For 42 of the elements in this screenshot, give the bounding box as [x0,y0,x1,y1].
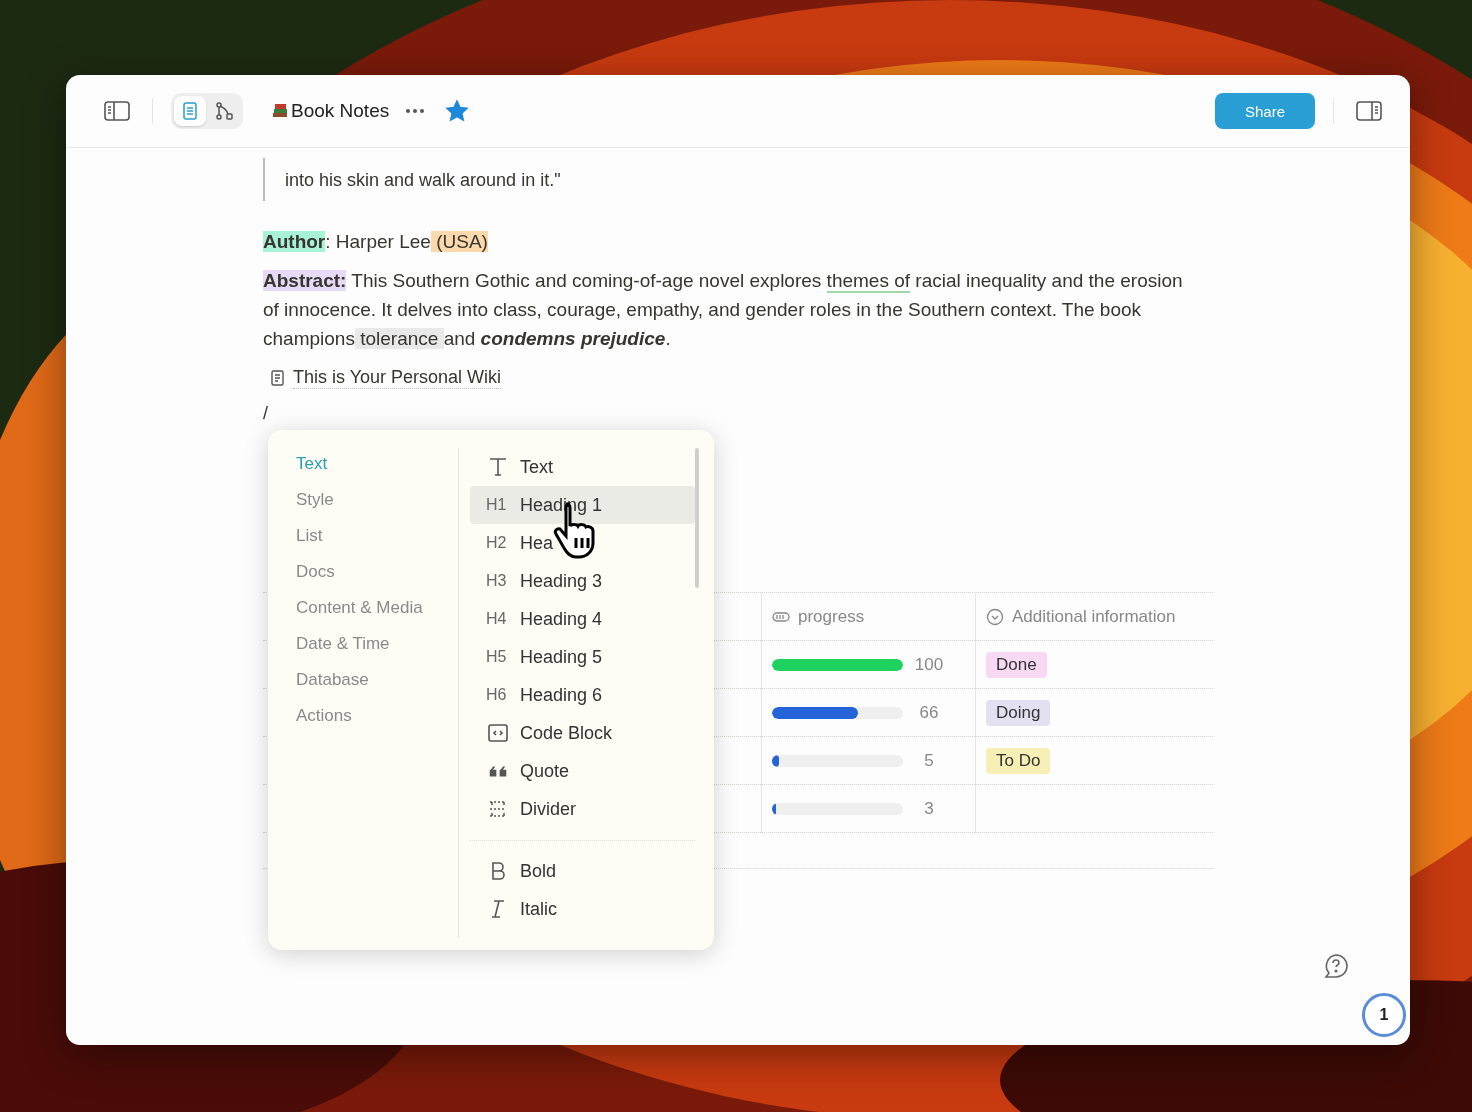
heading-level-label: H2 [486,534,508,552]
graph-icon [214,101,234,121]
progress-value: 100 [913,654,945,675]
heading-level-label: H5 [486,648,508,666]
menu-item[interactable]: H6 Heading 6 [470,676,695,714]
column-header[interactable]: progress [761,593,975,641]
select-icon [986,607,1004,626]
progress-value: 66 [918,702,940,723]
menu-item[interactable]: H4 Heading 4 [470,600,695,638]
view-toggle-button[interactable] [174,96,206,126]
menu-item[interactable]: H5 Heading 5 [470,638,695,676]
page-title[interactable]: Book Notes [271,100,390,122]
menu-item[interactable]: Bold [470,852,695,890]
menu-item[interactable]: Italic [470,890,695,928]
paragraph: Author: Harper Lee (USA) [263,230,489,254]
status-tag: To Do [986,747,1051,774]
heading-level-label: H4 [486,610,508,628]
typed-text: / [263,403,268,424]
heading-level-label: H6 [486,686,508,704]
menu-item[interactable]: Code Block [470,714,695,752]
status-tag: Done [986,651,1047,678]
heading-level-label: H1 [486,496,508,514]
progress-value: 3 [923,798,935,819]
menu-item[interactable]: H2 Hea [470,524,695,562]
column-header[interactable]: Additional information [975,593,1213,641]
quote-text: into his skin and walk around in it." [263,158,1213,201]
wiki-link[interactable]: This is Your Personal Wiki [269,367,502,389]
menu-item[interactable]: Text [470,448,695,486]
progress-icon [772,609,790,624]
code-icon [486,721,510,745]
heading-level-label: H3 [486,572,508,590]
menu-item[interactable]: H3 Heading 3 [470,562,695,600]
status-tag: Doing [986,699,1051,726]
progress-value: 5 [923,750,935,771]
quote-icon [489,765,507,777]
document-icon [269,369,287,387]
menu-item[interactable]: Quote [470,752,695,790]
paragraph: Abstract: This Southern Gothic and coming-of-age novel explores themes of racial inequality and the erosion of innocence. It delves into class, courage, empathy, and gender roles in the Southern context. The book champions tolerance and condemns prejudice. [263,269,1184,351]
menu-item[interactable]: Divider [470,790,695,828]
books-icon [271,101,289,119]
document-icon [180,101,200,121]
notification-badge[interactable]: 1 [1362,993,1406,1037]
